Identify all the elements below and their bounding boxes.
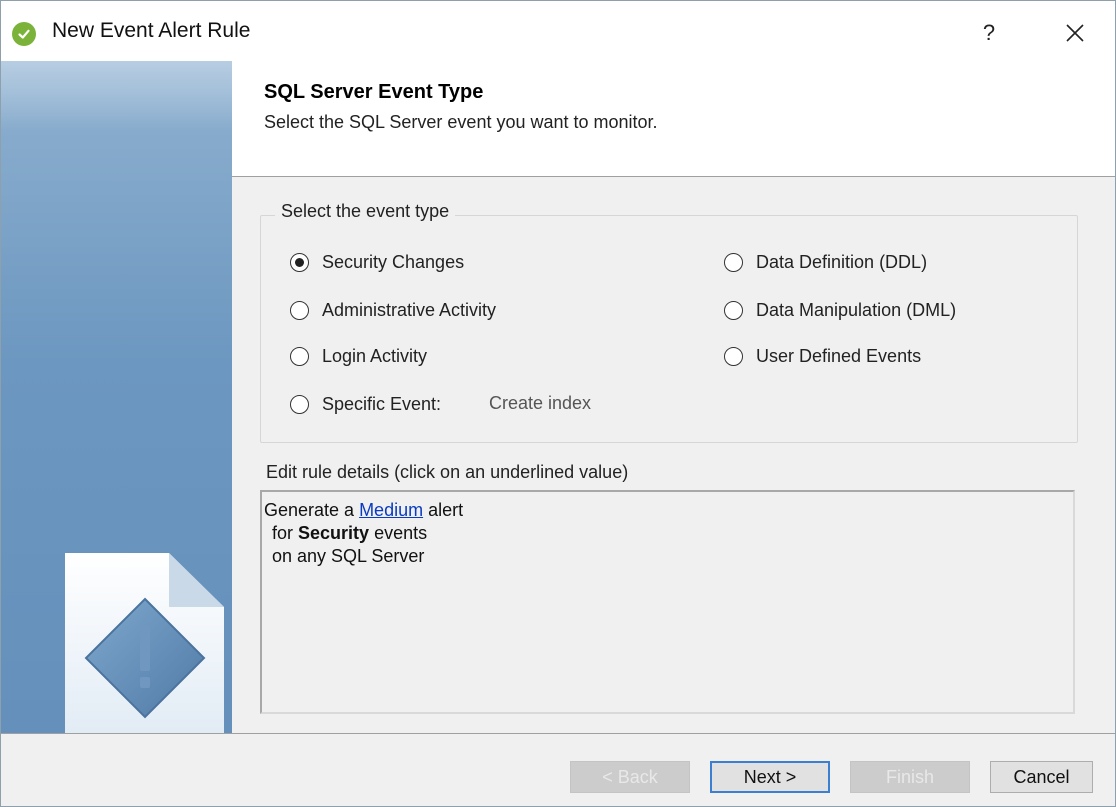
- radio-selected-dot: [295, 258, 304, 267]
- radio-label: Security Changes: [322, 252, 465, 272]
- radio-label: Data Manipulation (DML): [756, 300, 957, 320]
- cancel-button[interactable]: Cancel: [990, 761, 1093, 793]
- footer-divider: [1, 733, 1115, 734]
- alert-diamond-icon: [65, 553, 224, 733]
- dialog-window: New Event Alert Rule ? SQL Server Event …: [0, 0, 1116, 807]
- radio-data-manipulation[interactable]: Data Manipulation (DML): [724, 300, 956, 321]
- rule-text: alert: [423, 500, 464, 520]
- window-title: New Event Alert Rule: [52, 19, 251, 42]
- rule-text: Generate a: [264, 500, 360, 520]
- radio-circle: [290, 253, 309, 272]
- severity-link[interactable]: Medium: [359, 500, 423, 520]
- specific-event-value: Create index: [489, 393, 592, 413]
- next-button[interactable]: Next >: [710, 761, 830, 793]
- rule-line-severity: Generate a Medium alert: [264, 499, 1073, 522]
- radio-circle: [290, 347, 309, 366]
- rule-text: for: [272, 523, 299, 543]
- back-button[interactable]: < Back: [570, 761, 690, 793]
- radio-label: Administrative Activity: [322, 300, 497, 320]
- page-title: SQL Server Event Type: [264, 81, 484, 103]
- radio-label: Specific Event:: [322, 394, 442, 414]
- radio-circle: [290, 395, 309, 414]
- radio-specific-event[interactable]: Specific Event:: [290, 394, 441, 415]
- radio-circle: [724, 253, 743, 272]
- rule-line-event-type: for Security events: [264, 522, 1073, 545]
- radio-circle: [724, 347, 743, 366]
- wizard-header: SQL Server Event Type Select the SQL Ser…: [232, 61, 1115, 177]
- help-button[interactable]: ?: [969, 15, 1009, 51]
- close-icon: [1066, 24, 1084, 42]
- event-type-value: Security: [298, 523, 370, 543]
- wizard-banner: [1, 61, 232, 733]
- close-button[interactable]: [1053, 15, 1097, 51]
- radio-data-definition[interactable]: Data Definition (DDL): [724, 252, 927, 273]
- radio-administrative-activity[interactable]: Administrative Activity: [290, 300, 496, 321]
- checkmark-badge-icon: [12, 22, 36, 46]
- finish-button[interactable]: Finish: [850, 761, 970, 793]
- radio-label: User Defined Events: [756, 346, 922, 366]
- title-bar: New Event Alert Rule ?: [1, 1, 1115, 61]
- radio-user-defined-events[interactable]: User Defined Events: [724, 346, 921, 367]
- event-type-legend: Select the event type: [275, 201, 456, 222]
- rule-line-server: on any SQL Server: [272, 546, 425, 566]
- rule-details-box: Generate a Medium alert for Security eve…: [260, 490, 1075, 714]
- rule-details-label: Edit rule details (click on an underline…: [266, 462, 629, 482]
- rule-text: events: [369, 523, 428, 543]
- radio-security-changes[interactable]: Security Changes: [290, 252, 464, 273]
- page-subtitle: Select the SQL Server event you want to …: [264, 112, 658, 132]
- radio-circle: [290, 301, 309, 320]
- radio-label: Data Definition (DDL): [756, 252, 928, 272]
- radio-login-activity[interactable]: Login Activity: [290, 346, 427, 367]
- radio-circle: [724, 301, 743, 320]
- radio-label: Login Activity: [322, 346, 428, 366]
